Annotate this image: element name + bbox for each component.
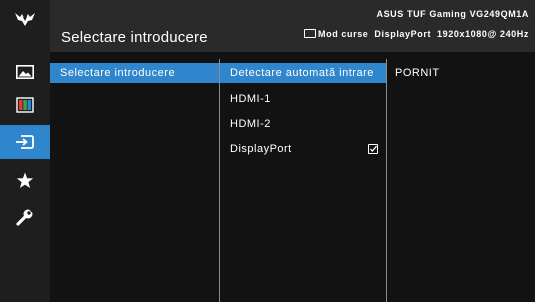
input-label: DisplayPort — [374, 29, 432, 39]
star-icon[interactable] — [0, 163, 50, 197]
image-icon[interactable] — [0, 55, 50, 89]
menu-item-input-select[interactable]: Selectare introducere — [50, 63, 219, 83]
menu-level-1: Selectare introducere — [50, 59, 219, 302]
input-select-icon[interactable] — [0, 125, 50, 159]
sidebar — [0, 0, 50, 302]
page-title: Selectare introducere — [61, 29, 208, 46]
menu-item-auto-detect[interactable]: Detectare automată intrare — [220, 63, 387, 83]
menu-item-displayport-label: DisplayPort — [230, 143, 292, 155]
color-icon[interactable] — [0, 88, 50, 122]
resolution-label: 1920x1080@ 240Hz — [437, 29, 529, 39]
model-name: ASUS TUF Gaming VG249QM1A — [376, 9, 529, 19]
menu-item-hdmi-2[interactable]: HDMI-2 — [220, 114, 387, 134]
mode-label: Mod curse — [318, 29, 369, 39]
monitor-mode-icon — [304, 28, 316, 38]
menu-item-displayport[interactable]: DisplayPort — [220, 139, 387, 159]
wrench-icon[interactable] — [0, 200, 50, 234]
osd-menu: Selectare introducere ASUS TUF Gaming VG… — [0, 0, 535, 302]
menu-value-on[interactable]: PORNIT — [387, 63, 535, 83]
checkbox-checked-icon — [368, 144, 378, 154]
header-bar: Selectare introducere ASUS TUF Gaming VG… — [50, 0, 535, 52]
menu-level-3: PORNIT — [386, 59, 535, 302]
tuf-logo-icon — [0, 2, 50, 36]
status-line: Mod curse DisplayPort 1920x1080@ 240Hz — [304, 28, 529, 39]
menu-item-hdmi-1[interactable]: HDMI-1 — [220, 89, 387, 109]
menu-level-2: Detectare automată intrare HDMI-1 HDMI-2… — [219, 59, 387, 302]
